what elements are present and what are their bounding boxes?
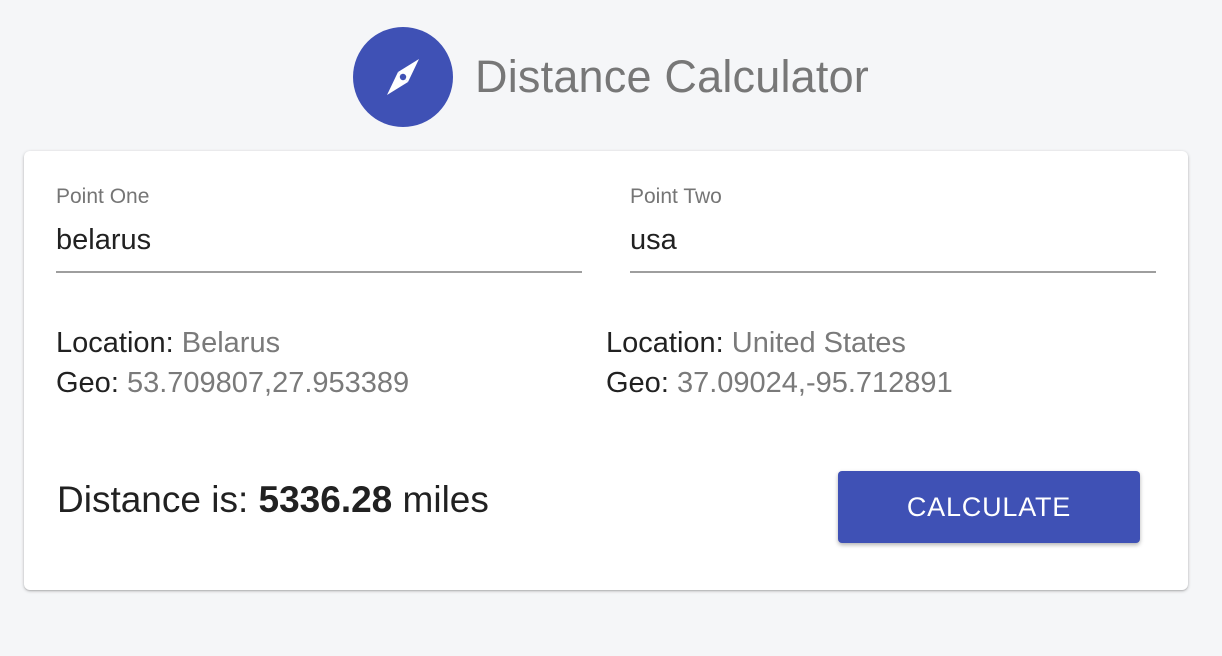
point-two-field: Point Two	[630, 184, 1156, 273]
point-one-geo: Geo: 53.709807,27.953389	[56, 363, 409, 403]
geo-value: 37.09024,-95.712891	[676, 367, 953, 399]
point-one-info: Location: Belarus Geo: 53.709807,27.9533…	[56, 323, 409, 403]
point-one-location: Location: Belarus	[56, 323, 409, 363]
point-two-location: Location: United States	[606, 323, 953, 363]
point-one-label: Point One	[56, 185, 150, 208]
compass-needle	[387, 59, 420, 95]
page-title: Distance Calculator	[475, 51, 869, 102]
distance-prefix: Distance is:	[57, 479, 249, 520]
distance-value: 5336.28	[258, 479, 393, 520]
calculator-card: Point One Point Two Location: Belarus Ge…	[24, 151, 1188, 590]
calculate-button[interactable]: CALCULATE	[838, 471, 1140, 543]
location-value: Belarus	[181, 327, 281, 359]
geo-label: Geo:	[606, 367, 669, 399]
point-one-input[interactable]	[56, 224, 582, 273]
location-label: Location:	[606, 327, 724, 359]
compass-icon	[353, 27, 454, 127]
point-two-label: Point Two	[630, 185, 722, 208]
point-two-geo: Geo: 37.09024,-95.712891	[606, 363, 953, 403]
distance-unit: miles	[402, 479, 489, 520]
point-one-field: Point One	[56, 184, 582, 273]
location-label: Location:	[56, 327, 174, 359]
geo-label: Geo:	[56, 367, 119, 399]
point-two-input[interactable]	[630, 224, 1156, 273]
location-value: United States	[731, 327, 906, 359]
distance-result: Distance is: 5336.28 miles	[57, 479, 489, 521]
geo-value: 53.709807,27.953389	[126, 367, 410, 399]
point-two-info: Location: United States Geo: 37.09024,-9…	[606, 323, 953, 403]
app-header: Distance Calculator	[0, 27, 1222, 127]
